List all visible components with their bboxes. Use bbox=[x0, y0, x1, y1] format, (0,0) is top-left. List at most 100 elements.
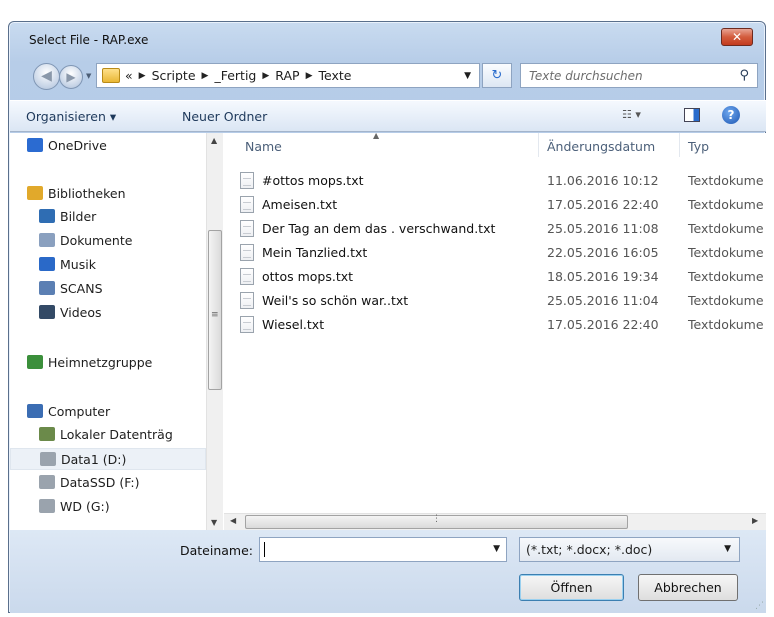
back-button[interactable]: ◀ bbox=[33, 63, 60, 90]
breadcrumb: « ▶ Scripte ▶ _Fertig ▶ RAP ▶ Texte bbox=[125, 68, 351, 84]
organize-button[interactable]: Organisieren ▾ bbox=[26, 109, 116, 124]
breadcrumb-item[interactable]: _Fertig bbox=[214, 68, 256, 84]
scroll-left-arrow-icon[interactable]: ◀ bbox=[230, 516, 236, 525]
local-disk-icon bbox=[39, 427, 55, 441]
resize-grip-icon[interactable]: ⋰ bbox=[755, 601, 764, 611]
file-type-dropdown-icon[interactable]: ▼ bbox=[724, 544, 731, 554]
file-name: Ameisen.txt bbox=[262, 197, 338, 212]
open-button[interactable]: Öffnen bbox=[519, 574, 624, 601]
search-icon[interactable]: ⚲ bbox=[739, 68, 749, 83]
nav-item-videos[interactable]: Videos bbox=[10, 302, 206, 324]
new-folder-button[interactable]: Neuer Ordner bbox=[182, 109, 267, 124]
column-header-date[interactable]: Änderungsdatum bbox=[547, 139, 655, 163]
file-list: Name ▲ Änderungsdatum Typ ◀ ⋮ ▶ #ottos m… bbox=[224, 133, 766, 530]
file-scroll-thumb[interactable]: ⋮ bbox=[245, 514, 628, 529]
change-view-button[interactable]: ☷ ▾ bbox=[622, 108, 641, 121]
filename-input[interactable]: ▼ bbox=[259, 537, 507, 562]
text-document-icon bbox=[240, 268, 254, 285]
filename-dropdown-icon[interactable]: ▼ bbox=[493, 544, 500, 554]
refresh-button[interactable]: ↻ bbox=[482, 63, 512, 88]
breadcrumb-separator-icon[interactable]: ▶ bbox=[202, 68, 209, 84]
breadcrumb-separator-icon[interactable]: ▶ bbox=[139, 68, 146, 84]
nav-item-computer[interactable]: Computer bbox=[10, 401, 206, 423]
file-type-select[interactable]: (*.txt; *.docx; *.doc) ▼ bbox=[519, 537, 740, 562]
file-row[interactable]: Ameisen.txt 17.05.2016 22:40 Textdokume bbox=[238, 194, 766, 216]
file-row[interactable]: ottos mops.txt 18.05.2016 19:34 Textdokume bbox=[238, 266, 766, 288]
column-header-type[interactable]: Typ bbox=[688, 139, 709, 163]
forward-arrow-icon: ▶ bbox=[66, 70, 76, 84]
close-button[interactable]: ✕ bbox=[721, 28, 753, 46]
sort-ascending-icon: ▲ bbox=[373, 133, 380, 140]
text-document-icon bbox=[240, 172, 254, 189]
refresh-icon: ↻ bbox=[491, 68, 503, 83]
file-row[interactable]: Weil's so schön war..txt 25.05.2016 11:04… bbox=[238, 290, 766, 312]
scroll-right-arrow-icon[interactable]: ▶ bbox=[752, 516, 758, 525]
column-divider[interactable] bbox=[679, 133, 680, 157]
file-row[interactable]: #ottos mops.txt 11.06.2016 10:12 Textdokum… bbox=[238, 170, 766, 192]
back-arrow-icon: ◀ bbox=[41, 68, 52, 84]
breadcrumb-item[interactable]: Texte bbox=[318, 68, 351, 84]
nav-item-datassd-f[interactable]: DataSSD (F:) bbox=[10, 472, 206, 494]
nav-item-scans[interactable]: SCANS bbox=[10, 278, 206, 300]
scroll-up-arrow-icon[interactable]: ▲ bbox=[211, 136, 217, 145]
nav-item-lokaler-datentr-g[interactable]: Lokaler Datenträg bbox=[10, 424, 206, 446]
file-date: 22.05.2016 16:05 bbox=[547, 245, 659, 260]
file-row[interactable]: Mein Tanzlied.txt 22.05.2016 16:05 Textdok… bbox=[238, 242, 766, 264]
recent-locations-dropdown-icon[interactable]: ▼ bbox=[86, 72, 91, 80]
file-date: 18.05.2016 19:34 bbox=[547, 269, 659, 284]
title-bar[interactable]: Select File - RAP.exe ✕ bbox=[9, 22, 765, 52]
file-name: ottos mops.txt bbox=[262, 269, 354, 284]
breadcrumb-overflow[interactable]: « bbox=[125, 68, 133, 84]
nav-item-label: Heimnetzgruppe bbox=[48, 355, 153, 370]
nav-item-data1-d[interactable]: Data1 (D:) bbox=[10, 448, 206, 470]
file-row[interactable]: Der Tag an dem das . verschwand.txt 25.05… bbox=[238, 218, 766, 240]
nav-item-onedrive[interactable]: OneDrive bbox=[10, 135, 206, 157]
scroll-grip-icon: ≡ bbox=[211, 310, 219, 320]
help-button[interactable]: ? bbox=[722, 106, 740, 124]
file-date: 17.05.2016 22:40 bbox=[547, 197, 659, 212]
nav-item-heimnetzgruppe[interactable]: Heimnetzgruppe bbox=[10, 352, 206, 374]
column-divider[interactable] bbox=[538, 133, 539, 157]
nav-vertical-scrollbar[interactable]: ▲ ≡ ▼ bbox=[206, 133, 223, 530]
scans-icon bbox=[39, 281, 55, 295]
text-document-icon bbox=[240, 196, 254, 213]
scroll-down-arrow-icon[interactable]: ▼ bbox=[211, 518, 217, 527]
music-icon bbox=[39, 257, 55, 271]
search-box[interactable]: Texte durchsuchen ⚲ bbox=[520, 63, 758, 88]
breadcrumb-separator-icon[interactable]: ▶ bbox=[262, 68, 269, 84]
column-header-name[interactable]: Name bbox=[245, 139, 282, 163]
nav-item-bibliotheken[interactable]: Bibliotheken bbox=[10, 183, 206, 205]
text-document-icon bbox=[240, 244, 254, 261]
file-name: Weil's so schön war..txt bbox=[262, 293, 409, 308]
nav-item-label: Musik bbox=[60, 257, 96, 272]
breadcrumb-item[interactable]: Scripte bbox=[152, 68, 196, 84]
file-type: Textdokume bbox=[688, 197, 764, 212]
nav-item-label: Videos bbox=[60, 305, 102, 320]
file-row[interactable]: Wiesel.txt 17.05.2016 22:40 Textdokume bbox=[238, 314, 766, 336]
nav-item-label: SCANS bbox=[60, 281, 103, 296]
file-type: Textdokume bbox=[688, 245, 764, 260]
forward-button[interactable]: ▶ bbox=[59, 65, 83, 89]
address-bar[interactable]: « ▶ Scripte ▶ _Fertig ▶ RAP ▶ Texte ▼ bbox=[96, 63, 480, 88]
preview-pane-button[interactable] bbox=[684, 108, 700, 122]
search-input[interactable]: Texte durchsuchen bbox=[529, 69, 643, 83]
file-dialog-window: Select File - RAP.exe ✕ ◀ ▶ ▼ « ▶ Scripte… bbox=[8, 21, 766, 613]
file-horizontal-scrollbar[interactable]: ◀ ⋮ ▶ bbox=[224, 513, 766, 530]
file-date: 25.05.2016 11:08 bbox=[547, 221, 659, 236]
file-type-value: (*.txt; *.docx; *.doc) bbox=[526, 542, 653, 557]
text-document-icon bbox=[240, 292, 254, 309]
nav-item-musik[interactable]: Musik bbox=[10, 254, 206, 276]
nav-item-dokumente[interactable]: Dokumente bbox=[10, 230, 206, 252]
nav-item-wd-g[interactable]: WD (G:) bbox=[10, 496, 206, 518]
address-dropdown-icon[interactable]: ▼ bbox=[464, 71, 471, 81]
breadcrumb-separator-icon[interactable]: ▶ bbox=[306, 68, 313, 84]
nav-item-bilder[interactable]: Bilder bbox=[10, 206, 206, 228]
file-name: Mein Tanzlied.txt bbox=[262, 245, 368, 260]
breadcrumb-item[interactable]: RAP bbox=[275, 68, 299, 84]
cancel-button[interactable]: Abbrechen bbox=[638, 574, 738, 601]
computer-icon bbox=[27, 404, 43, 418]
navigation-pane: WD (G:) DataSSD (F:) Data1 (D:) Lokaler Dat… bbox=[10, 133, 224, 530]
content-area: WD (G:) DataSSD (F:) Data1 (D:) Lokaler Dat… bbox=[10, 133, 766, 530]
file-name: Wiesel.txt bbox=[262, 317, 325, 332]
text-document-icon bbox=[240, 316, 254, 333]
